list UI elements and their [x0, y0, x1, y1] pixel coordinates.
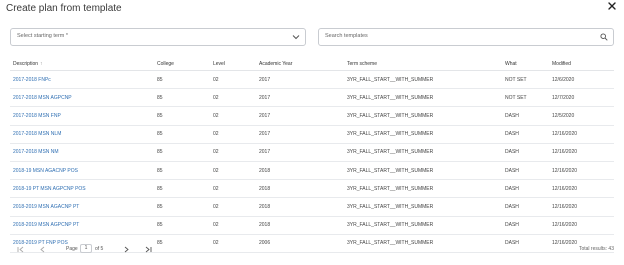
next-page-icon[interactable]: [122, 245, 131, 254]
cell-academic-year: 2018: [256, 179, 344, 199]
cell-what: DASH: [502, 197, 549, 217]
cell-modified: 12/6/2020: [549, 70, 614, 90]
column-header-academic-year[interactable]: Academic Year: [256, 57, 344, 71]
cell-term-scheme: 3YR_FALL_START__WITH_SUMMER: [344, 106, 502, 126]
cell-college: 85: [154, 216, 210, 235]
search-templates-input[interactable]: Search templates: [318, 28, 614, 46]
cell-modified: 12/5/2020: [549, 106, 614, 126]
cell-college: 85: [154, 125, 210, 144]
cell-modified: 12/16/2020: [549, 179, 614, 199]
close-icon[interactable]: [607, 1, 617, 11]
previous-page-icon[interactable]: [38, 245, 47, 254]
template-link[interactable]: 2018-2019 MSN AGACNP PT: [10, 197, 154, 217]
dialog-title: Create plan from template: [6, 3, 122, 14]
template-link[interactable]: 2018-19 MSN AGACNP POS: [10, 161, 154, 181]
table-row[interactable]: 2017-2018 MSN AGPCNP 85 02 2017 3YR_FALL…: [10, 88, 614, 108]
column-header-what[interactable]: What: [502, 57, 549, 71]
page-count-label: of 5: [95, 246, 104, 252]
table-row[interactable]: 2018-2019 MSN AGPCNP PT 85 02 2018 3YR_F…: [10, 216, 614, 235]
cell-academic-year: 2018: [256, 216, 344, 235]
first-page-icon[interactable]: [16, 245, 25, 254]
cell-college: 85: [154, 179, 210, 199]
template-link[interactable]: 2017-2018 FNPc: [10, 70, 154, 90]
cell-what: DASH: [502, 179, 549, 199]
total-results: Total results: 43: [578, 246, 614, 252]
search-icon[interactable]: [600, 33, 608, 41]
templates-table: Description ↑ College Level Academic Year…: [10, 57, 614, 253]
column-header-level[interactable]: Level: [210, 57, 256, 71]
cell-academic-year: 2018: [256, 197, 344, 217]
cell-academic-year: 2017: [256, 70, 344, 90]
cell-academic-year: 2018: [256, 161, 344, 181]
cell-term-scheme: 3YR_FALL_START__WITH_SUMMER: [344, 143, 502, 162]
cell-modified: 12/16/2020: [549, 143, 614, 162]
cell-college: 85: [154, 143, 210, 162]
cell-term-scheme: 3YR_FALL_START__WITH_SUMMER: [344, 88, 502, 108]
cell-what: NOT SET: [502, 88, 549, 108]
cell-what: DASH: [502, 106, 549, 126]
table-row[interactable]: 2018-19 MSN AGACNP POS 85 02 2018 3YR_FA…: [10, 161, 614, 181]
template-link[interactable]: 2017-2018 MSN FNP: [10, 106, 154, 126]
cell-college: 85: [154, 106, 210, 126]
table-row[interactable]: 2017-2018 FNPc 85 02 2017 3YR_FALL_START…: [10, 70, 614, 90]
template-link[interactable]: 2017-2018 MSN NM: [10, 143, 154, 162]
search-placeholder: Search templates: [325, 33, 368, 39]
cell-academic-year: 2017: [256, 125, 344, 144]
page-label: Page: [66, 246, 78, 252]
cell-term-scheme: 3YR_FALL_START__WITH_SUMMER: [344, 197, 502, 217]
template-link[interactable]: 2018-2019 MSN AGPCNP PT: [10, 216, 154, 235]
cell-what: DASH: [502, 161, 549, 181]
cell-college: 85: [154, 197, 210, 217]
cell-modified: 12/16/2020: [549, 125, 614, 144]
column-header-modified[interactable]: Modified: [549, 57, 614, 71]
cell-term-scheme: 3YR_FALL_START__WITH_SUMMER: [344, 179, 502, 199]
last-page-icon[interactable]: [144, 245, 153, 254]
cell-modified: 12/16/2020: [549, 161, 614, 181]
table-header-row: Description ↑ College Level Academic Year…: [10, 57, 614, 71]
cell-level: 02: [210, 88, 256, 108]
cell-term-scheme: 3YR_FALL_START__WITH_SUMMER: [344, 161, 502, 181]
cell-what: DASH: [502, 216, 549, 235]
table-row[interactable]: 2017-2018 MSN NLM 85 02 2017 3YR_FALL_ST…: [10, 125, 614, 144]
cell-term-scheme: 3YR_FALL_START__WITH_SUMMER: [344, 70, 502, 90]
cell-academic-year: 2017: [256, 143, 344, 162]
cell-level: 02: [210, 216, 256, 235]
cell-modified: 12/16/2020: [549, 216, 614, 235]
cell-level: 02: [210, 143, 256, 162]
chevron-down-icon: [292, 35, 300, 40]
table-row[interactable]: 2017-2018 MSN NM 85 02 2017 3YR_FALL_STA…: [10, 143, 614, 162]
column-header-description[interactable]: Description ↑: [10, 57, 154, 71]
cell-college: 85: [154, 88, 210, 108]
cell-level: 02: [210, 161, 256, 181]
cell-what: NOT SET: [502, 70, 549, 90]
cell-college: 85: [154, 70, 210, 90]
page-number-input[interactable]: 1: [80, 244, 92, 253]
cell-level: 02: [210, 106, 256, 126]
template-link[interactable]: 2017-2018 MSN AGPCNP: [10, 88, 154, 108]
cell-modified: 12/7/2020: [549, 88, 614, 108]
column-header-college[interactable]: College: [154, 57, 210, 71]
sort-ascending-icon[interactable]: ↑: [40, 61, 43, 67]
table-row[interactable]: 2018-19 PT MSN AGPCNP POS 85 02 2018 3YR…: [10, 179, 614, 199]
table-row[interactable]: 2017-2018 MSN FNP 85 02 2017 3YR_FALL_ST…: [10, 106, 614, 126]
cell-academic-year: 2017: [256, 106, 344, 126]
table-row[interactable]: 2018-2019 MSN AGACNP PT 85 02 2018 3YR_F…: [10, 197, 614, 217]
cell-level: 02: [210, 197, 256, 217]
pagination-bar: Page 1 of 5 Total results: 43: [10, 244, 614, 256]
cell-what: DASH: [502, 125, 549, 144]
cell-modified: 12/16/2020: [549, 197, 614, 217]
cell-academic-year: 2017: [256, 88, 344, 108]
column-header-term-scheme[interactable]: Term scheme: [344, 57, 502, 71]
cell-level: 02: [210, 125, 256, 144]
cell-term-scheme: 3YR_FALL_START__WITH_SUMMER: [344, 216, 502, 235]
starting-term-placeholder: Select starting term *: [17, 33, 69, 39]
starting-term-select[interactable]: Select starting term *: [10, 28, 306, 46]
template-link[interactable]: 2017-2018 MSN NLM: [10, 125, 154, 144]
template-link[interactable]: 2018-19 PT MSN AGPCNP POS: [10, 179, 154, 199]
cell-level: 02: [210, 179, 256, 199]
cell-level: 02: [210, 70, 256, 90]
cell-college: 85: [154, 161, 210, 181]
cell-what: DASH: [502, 143, 549, 162]
cell-term-scheme: 3YR_FALL_START__WITH_SUMMER: [344, 125, 502, 144]
